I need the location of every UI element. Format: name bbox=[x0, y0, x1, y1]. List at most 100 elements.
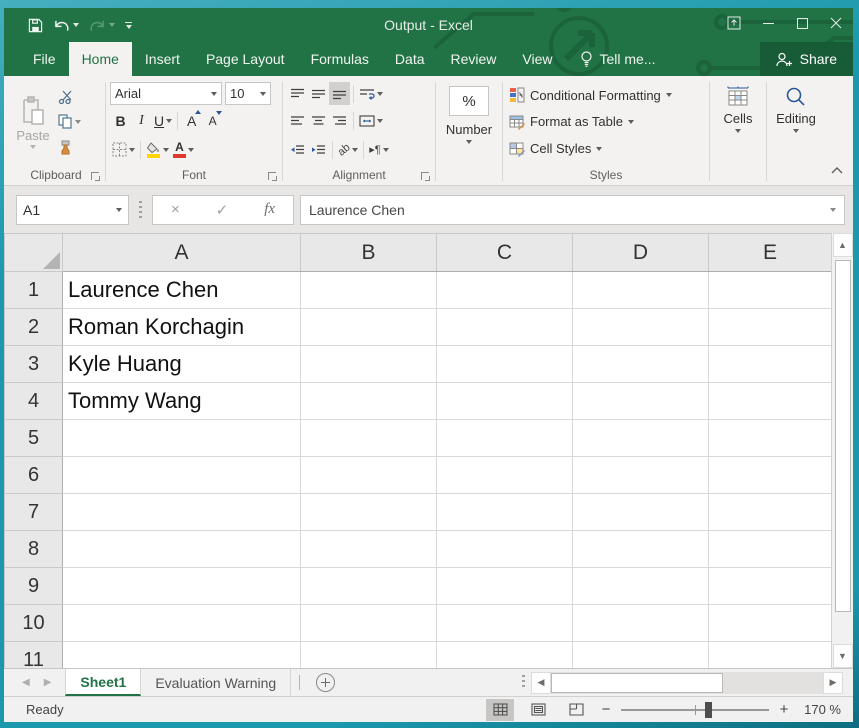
maximize-button[interactable] bbox=[785, 8, 819, 38]
cell-c2[interactable] bbox=[437, 309, 573, 346]
formula-input[interactable]: Laurence Chen bbox=[300, 195, 845, 225]
zoom-out-button[interactable]: − bbox=[600, 701, 612, 718]
sheet-tab-evaluation-warning[interactable]: Evaluation Warning bbox=[141, 669, 291, 696]
cell-a11[interactable] bbox=[63, 642, 301, 669]
tab-view[interactable]: View bbox=[509, 42, 565, 76]
select-all-button[interactable] bbox=[5, 234, 63, 272]
fill-color-button[interactable] bbox=[144, 138, 171, 161]
cell-b1[interactable] bbox=[301, 272, 437, 309]
customize-qat-button[interactable] bbox=[125, 22, 132, 29]
zoom-in-button[interactable]: + bbox=[778, 701, 790, 718]
tab-home[interactable]: Home bbox=[69, 42, 132, 76]
align-left-button[interactable] bbox=[287, 110, 308, 133]
decrease-indent-button[interactable] bbox=[287, 138, 308, 161]
cell-d3[interactable] bbox=[573, 346, 709, 383]
cell-e11[interactable] bbox=[709, 642, 832, 669]
enter-button[interactable]: ✓ bbox=[216, 201, 229, 219]
increase-indent-button[interactable] bbox=[308, 138, 329, 161]
font-size-combo[interactable]: 10 bbox=[225, 82, 271, 105]
cell-b11[interactable] bbox=[301, 642, 437, 669]
number-format-button[interactable]: Number bbox=[446, 122, 492, 144]
vertical-scrollbar[interactable]: ▲ ▼ bbox=[831, 233, 853, 668]
text-direction-button[interactable]: ▸¶ bbox=[367, 138, 390, 161]
orientation-button[interactable]: ab bbox=[336, 138, 360, 161]
normal-view-button[interactable] bbox=[486, 699, 514, 721]
align-center-button[interactable] bbox=[308, 110, 329, 133]
sheet-nav-prev-icon[interactable]: ◀ bbox=[22, 677, 30, 688]
column-header-c[interactable]: C bbox=[437, 234, 573, 272]
conditional-formatting-button[interactable]: Conditional Formatting bbox=[509, 83, 703, 107]
row-header-11[interactable]: 11 bbox=[5, 642, 63, 669]
cell-d10[interactable] bbox=[573, 605, 709, 642]
column-header-e[interactable]: E bbox=[709, 234, 832, 272]
cell-d9[interactable] bbox=[573, 568, 709, 605]
share-button[interactable]: Share bbox=[760, 42, 853, 76]
column-header-a[interactable]: A bbox=[63, 234, 301, 272]
cell-b9[interactable] bbox=[301, 568, 437, 605]
bold-button[interactable]: B bbox=[110, 110, 131, 133]
tell-me-box[interactable]: Tell me... bbox=[570, 42, 666, 76]
cell-d8[interactable] bbox=[573, 531, 709, 568]
insert-function-button[interactable]: fx bbox=[264, 201, 275, 218]
cell-c1[interactable] bbox=[437, 272, 573, 309]
row-header-4[interactable]: 4 bbox=[5, 383, 63, 420]
undo-dropdown-icon[interactable] bbox=[73, 23, 79, 27]
align-top-button[interactable] bbox=[287, 82, 308, 105]
cell-d1[interactable] bbox=[573, 272, 709, 309]
cell-e4[interactable] bbox=[709, 383, 832, 420]
cell-a2[interactable]: Roman Korchagin bbox=[63, 309, 301, 346]
cell-b3[interactable] bbox=[301, 346, 437, 383]
cell-c8[interactable] bbox=[437, 531, 573, 568]
sheet-tab-sheet1[interactable]: Sheet1 bbox=[65, 669, 141, 696]
scroll-down-button[interactable]: ▼ bbox=[833, 644, 853, 668]
cell-c10[interactable] bbox=[437, 605, 573, 642]
zoom-level-label[interactable]: 170 % bbox=[799, 702, 841, 717]
tab-formulas[interactable]: Formulas bbox=[298, 42, 382, 76]
cell-d6[interactable] bbox=[573, 457, 709, 494]
cell-e8[interactable] bbox=[709, 531, 832, 568]
format-painter-button[interactable] bbox=[55, 136, 84, 158]
zoom-slider-thumb[interactable] bbox=[705, 702, 712, 718]
vertical-scrollbar-thumb[interactable] bbox=[835, 260, 851, 612]
borders-button[interactable] bbox=[110, 138, 137, 161]
expand-formula-bar-icon[interactable] bbox=[830, 208, 836, 212]
cell-d5[interactable] bbox=[573, 420, 709, 457]
cell-a6[interactable] bbox=[63, 457, 301, 494]
cell-c6[interactable] bbox=[437, 457, 573, 494]
formula-bar-resize-handle[interactable] bbox=[139, 201, 142, 218]
save-button[interactable] bbox=[28, 18, 43, 33]
tab-review[interactable]: Review bbox=[438, 42, 510, 76]
row-header-6[interactable]: 6 bbox=[5, 457, 63, 494]
cell-b10[interactable] bbox=[301, 605, 437, 642]
cell-a8[interactable] bbox=[63, 531, 301, 568]
merge-center-button[interactable] bbox=[357, 110, 385, 133]
page-break-preview-button[interactable] bbox=[562, 699, 590, 721]
cell-a4[interactable]: Tommy Wang bbox=[63, 383, 301, 420]
wrap-text-button[interactable] bbox=[357, 82, 385, 105]
row-header-8[interactable]: 8 bbox=[5, 531, 63, 568]
tab-insert[interactable]: Insert bbox=[132, 42, 193, 76]
cell-e10[interactable] bbox=[709, 605, 832, 642]
scroll-up-button[interactable]: ▲ bbox=[833, 233, 853, 257]
cell-e1[interactable] bbox=[709, 272, 832, 309]
redo-button[interactable] bbox=[89, 19, 115, 32]
editing-button[interactable]: Editing bbox=[771, 80, 821, 164]
font-color-button[interactable]: A bbox=[171, 138, 196, 161]
horizontal-scrollbar-track[interactable] bbox=[551, 672, 823, 694]
row-header-9[interactable]: 9 bbox=[5, 568, 63, 605]
cell-a7[interactable] bbox=[63, 494, 301, 531]
tab-file[interactable]: File bbox=[20, 42, 69, 76]
horizontal-scrollbar-thumb[interactable] bbox=[551, 673, 723, 693]
cell-a9[interactable] bbox=[63, 568, 301, 605]
align-middle-button[interactable] bbox=[308, 82, 329, 105]
undo-button[interactable] bbox=[53, 19, 79, 32]
cell-c7[interactable] bbox=[437, 494, 573, 531]
cell-a1[interactable]: Laurence Chen bbox=[63, 272, 301, 309]
cell-d2[interactable] bbox=[573, 309, 709, 346]
align-right-button[interactable] bbox=[329, 110, 350, 133]
cell-c3[interactable] bbox=[437, 346, 573, 383]
page-layout-view-button[interactable] bbox=[524, 699, 552, 721]
decrease-font-size-button[interactable]: A bbox=[202, 110, 223, 133]
increase-font-size-button[interactable]: A bbox=[181, 110, 202, 133]
cell-e2[interactable] bbox=[709, 309, 832, 346]
